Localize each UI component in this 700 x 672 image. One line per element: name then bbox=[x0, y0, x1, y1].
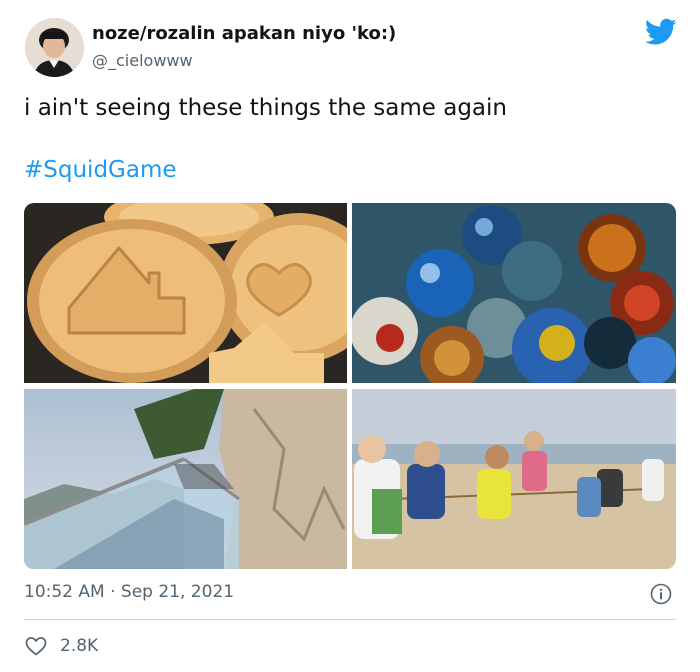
media-image-glass-bridge[interactable] bbox=[24, 389, 347, 569]
hashtag-link[interactable]: #SquidGame bbox=[24, 157, 177, 183]
avatar[interactable] bbox=[25, 18, 84, 77]
media-grid bbox=[24, 203, 676, 569]
media-image-dalgona-cookies[interactable] bbox=[24, 203, 347, 383]
tweet-text: i ain't seeing these things the same aga… bbox=[24, 95, 507, 121]
info-icon[interactable] bbox=[650, 583, 672, 605]
author-display-name[interactable]: noze/rozalin apakan niyo 'ko:) bbox=[92, 23, 396, 44]
media-image-tug-of-war[interactable] bbox=[352, 389, 676, 569]
tweet-timestamp[interactable]: 10:52 AM · Sep 21, 2021 bbox=[24, 582, 234, 602]
timestamp-separator: · bbox=[110, 582, 116, 602]
heart-icon[interactable] bbox=[24, 634, 48, 658]
tweet-time[interactable]: 10:52 AM bbox=[24, 582, 105, 602]
twitter-bird-icon[interactable] bbox=[644, 18, 677, 46]
tweet-date[interactable]: Sep 21, 2021 bbox=[121, 582, 234, 602]
author-handle[interactable]: @_cielowww bbox=[92, 51, 193, 70]
media-image-marbles[interactable] bbox=[352, 203, 676, 383]
like-button[interactable]: 2.8K bbox=[24, 633, 98, 659]
like-count: 2.8K bbox=[60, 636, 99, 656]
divider bbox=[24, 619, 676, 620]
